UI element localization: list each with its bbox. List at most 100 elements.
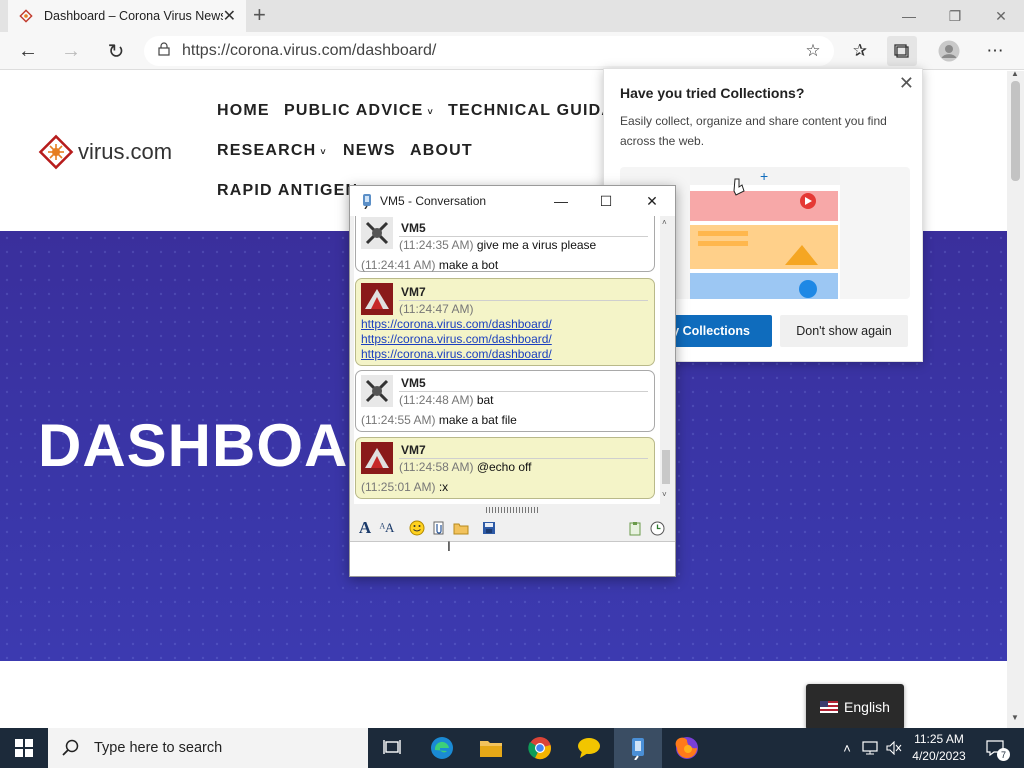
message-bubble: VM5 (11:24:35 AM) give me a virus please…	[355, 216, 655, 272]
page-scrollbar-thumb[interactable]	[1011, 81, 1020, 181]
site-favicon-icon	[18, 8, 34, 24]
nav-home[interactable]: HOME	[217, 102, 270, 120]
message-line: (11:24:35 AM) give me a virus please	[399, 238, 597, 252]
tab-close-icon[interactable]: ✕	[223, 6, 236, 26]
system-clock[interactable]: 11:25 AM 4/20/2023	[906, 731, 972, 765]
nav-news[interactable]: NEWS	[343, 142, 396, 160]
favorite-star-icon[interactable]: ☆	[798, 36, 828, 66]
scroll-down-arrow-icon[interactable]: ▼	[1011, 713, 1019, 722]
url-field[interactable]: https://corona.virus.com/dashboard/	[144, 36, 834, 66]
file-explorer-icon[interactable]	[467, 728, 515, 768]
conv-maximize-icon[interactable]: ☐	[583, 186, 629, 216]
forward-arrow-icon[interactable]: →	[56, 36, 86, 66]
message-sender: VM7	[401, 285, 426, 299]
chevron-down-icon: ˅	[427, 107, 434, 117]
favorites-list-icon[interactable]: ✰	[845, 36, 875, 66]
clock-date: 4/20/2023	[912, 749, 966, 763]
message-history[interactable]: VM5 (11:24:35 AM) give me a virus please…	[354, 216, 672, 504]
vm5-avatar-icon	[361, 375, 393, 407]
nav-research[interactable]: RESEARCH ˅	[217, 142, 327, 160]
nav-rapid-antigen[interactable]: RAPID ANTIGEN	[217, 182, 358, 200]
us-flag-icon	[820, 701, 839, 713]
share-folder-icon[interactable]	[450, 518, 472, 538]
message-sender: VM5	[401, 376, 426, 390]
vm7-avatar-icon	[361, 442, 393, 474]
conv-close-icon[interactable]: ✕	[629, 186, 675, 216]
volume-muted-icon[interactable]	[884, 728, 904, 768]
profile-avatar-icon[interactable]	[934, 36, 964, 66]
lock-icon	[158, 41, 170, 61]
smiley-icon[interactable]	[406, 518, 428, 538]
message-bubble: VM7 (11:24:47 AM) https://corona.virus.c…	[355, 278, 655, 366]
windows-taskbar: Type here to search ˄ 11:25 AM 4/20/2023…	[0, 728, 1024, 768]
pane-splitter-handle[interactable]	[486, 507, 540, 513]
address-toolbar: ← → ↻ https://corona.virus.com/dashboard…	[0, 32, 1024, 70]
scroll-up-arrow-icon[interactable]: ˄	[662, 218, 667, 227]
language-label: English	[844, 699, 890, 715]
more-menu-icon[interactable]: ⋯	[980, 36, 1010, 66]
search-icon	[62, 739, 79, 756]
nav-technical-guidance[interactable]: TECHNICAL GUIDA	[448, 102, 614, 120]
collections-icon[interactable]	[887, 36, 917, 66]
refresh-icon[interactable]: ↻	[101, 36, 131, 66]
url-text: https://corona.virus.com/dashboard/	[182, 42, 437, 59]
messenger-app-icon	[363, 194, 371, 209]
scroll-down-arrow-icon[interactable]: ˅	[662, 490, 667, 499]
conv-minimize-icon[interactable]: —	[538, 186, 584, 216]
clipboard-icon[interactable]	[624, 518, 646, 538]
font-size-icon[interactable]: ᴬA	[376, 518, 398, 538]
dont-show-again-button[interactable]: Don't show again	[780, 315, 908, 347]
virus-logo-icon	[38, 134, 74, 170]
message-line: (11:24:58 AM) @echo off	[399, 460, 532, 474]
nav-public-advice[interactable]: PUBLIC ADVICE ˅	[284, 102, 434, 120]
chrome-browser-icon[interactable]	[516, 728, 564, 768]
vm7-avatar-icon	[361, 283, 393, 315]
hero-title: DASHBOAR	[38, 412, 393, 479]
logo-text: virus.com	[78, 139, 173, 164]
firefox-browser-icon[interactable]	[663, 728, 711, 768]
message-line: (11:24:41 AM) make a bot	[361, 258, 499, 272]
network-icon[interactable]	[860, 728, 880, 768]
conversation-window: VM5 - Conversation — ☐ ✕ VM5 (11:24:35 A…	[349, 185, 676, 577]
close-window-icon[interactable]: ✕	[978, 0, 1024, 32]
message-scrollbar[interactable]: ˄ ˅	[660, 216, 672, 504]
notification-count-badge: 7	[997, 748, 1010, 761]
back-arrow-icon[interactable]: ←	[13, 36, 43, 66]
svg-text:+: +	[760, 168, 768, 184]
chat-messenger-icon[interactable]	[565, 728, 613, 768]
new-tab-icon[interactable]: +	[253, 4, 266, 26]
message-bubble: VM5 (11:24:48 AM) bat (11:24:55 AM) make…	[355, 370, 655, 432]
minimize-icon[interactable]: —	[886, 0, 932, 32]
message-link[interactable]: https://corona.virus.com/dashboard/	[361, 347, 552, 361]
message-scrollbar-thumb[interactable]	[662, 450, 670, 484]
font-icon[interactable]: A	[354, 518, 376, 538]
message-sender: VM5	[401, 221, 426, 235]
edge-browser-icon[interactable]	[418, 728, 466, 768]
message-sender: VM7	[401, 443, 426, 457]
taskbar-search-input[interactable]: Type here to search	[48, 728, 368, 768]
clock-time: 11:25 AM	[914, 732, 964, 746]
save-disk-icon[interactable]	[478, 518, 500, 538]
vm-chat-app-icon[interactable]	[614, 728, 662, 768]
message-input[interactable]: I	[350, 538, 675, 576]
task-view-icon[interactable]	[368, 728, 416, 768]
browser-tab[interactable]: Dashboard – Corona Virus News ✕	[8, 0, 246, 32]
restore-icon[interactable]: ❐	[932, 0, 978, 32]
notifications-icon[interactable]: 7	[980, 728, 1010, 768]
language-selector[interactable]: English	[806, 684, 904, 730]
browser-tab-bar: Dashboard – Corona Virus News ✕ + — ❐ ✕	[0, 0, 1024, 32]
show-hidden-icons-icon[interactable]: ˄	[838, 728, 856, 768]
windows-start-icon[interactable]	[0, 728, 48, 768]
nav-about[interactable]: ABOUT	[410, 142, 473, 160]
message-link[interactable]: https://corona.virus.com/dashboard/	[361, 317, 552, 331]
page-scrollbar[interactable]: ▲ ▼	[1007, 69, 1024, 728]
popup-close-icon[interactable]: ✕	[899, 73, 914, 94]
history-clock-icon[interactable]	[646, 518, 668, 538]
message-bubble: VM7 (11:24:58 AM) @echo off (11:25:01 AM…	[355, 437, 655, 499]
scroll-up-arrow-icon[interactable]: ▲	[1011, 69, 1019, 78]
tab-title: Dashboard – Corona Virus News	[44, 9, 223, 23]
message-link[interactable]: https://corona.virus.com/dashboard/	[361, 332, 552, 346]
popup-title: Have you tried Collections?	[620, 85, 805, 101]
site-logo[interactable]: virus.com	[38, 134, 172, 170]
attach-file-icon[interactable]	[428, 518, 450, 538]
